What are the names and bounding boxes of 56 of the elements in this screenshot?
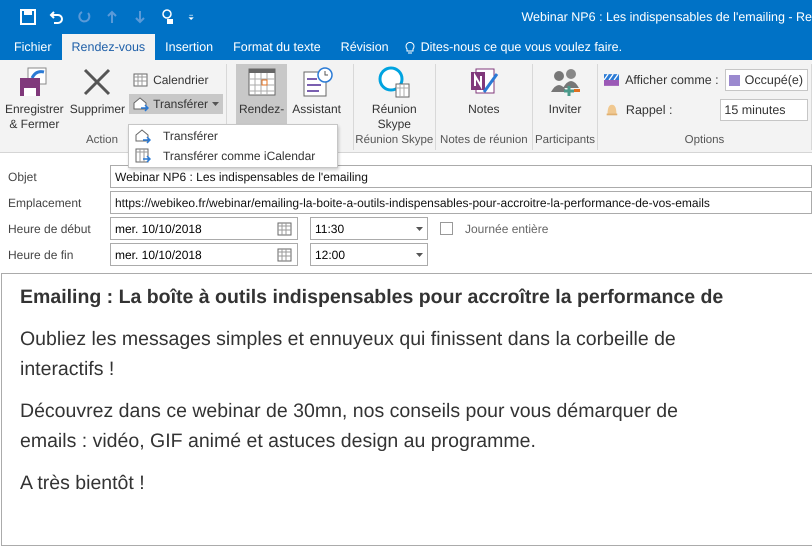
ribbon-button[interactable]: Transférer	[129, 94, 223, 114]
time-dropdown[interactable]: 11:30	[310, 217, 428, 240]
time-dropdown[interactable]: 12:00	[310, 243, 428, 266]
show-as-label: Afficher comme :	[625, 73, 719, 87]
bell-icon	[604, 102, 620, 118]
group-label: Options	[684, 134, 724, 148]
field-label: Heure de début	[8, 222, 92, 236]
field-label: Objet	[8, 170, 38, 184]
ribbon-button[interactable]: Inviter	[542, 64, 588, 134]
reminder-label: Rappel :	[626, 103, 674, 117]
date-field[interactable]: mer. 10/10/2018	[110, 217, 298, 240]
ribbon-tab[interactable]: Rendez-vous	[62, 34, 156, 60]
caret-icon	[416, 226, 423, 230]
body-paragraph: Oubliez les messages simples et ennuyeux qui finissent dans la corbeille de interactifs !	[20, 327, 677, 382]
show-as-dropdown[interactable]: Occupé(e)	[724, 69, 808, 91]
group-label: Réunion Skype	[355, 134, 434, 148]
tell-me-field[interactable]: Dites-nous ce que vous voulez faire.	[404, 34, 622, 60]
group-label: Participants	[534, 134, 596, 148]
ribbon-tab[interactable]: Révision	[330, 34, 399, 60]
ribbon-button[interactable]: Supprimer	[68, 64, 128, 134]
ribbon-tab[interactable]: Format du texte	[223, 34, 331, 60]
calendar-icon	[277, 246, 293, 262]
all-day-checkbox[interactable]	[440, 222, 453, 235]
group-label: Action	[86, 134, 118, 148]
ribbon-tab[interactable]: Insertion	[155, 34, 224, 60]
ribbon-button[interactable]: Notes	[460, 64, 507, 134]
body-paragraph: Découvrez dans ce webinar de 30mn, nos conseils pour vous démarquer de emails : vidéo, GIF animé et astuces design au programme.	[20, 399, 679, 454]
undo-icon[interactable]	[48, 9, 64, 25]
window-title: Webinar NP6 : Les indispensables de l'emailing - Re	[521, 10, 812, 24]
calendar-icon	[133, 72, 150, 88]
lightbulb-icon	[404, 40, 415, 54]
group-label: Notes de réunion	[440, 134, 528, 148]
calendar-arrow-icon	[135, 148, 151, 164]
menu-item[interactable]: Transférer comme iCalendar	[129, 146, 337, 166]
save-icon[interactable]	[20, 9, 36, 25]
ribbon-button[interactable]: Calendrier	[129, 70, 223, 90]
ribbon-button[interactable]: Enregistrer & Fermer	[3, 64, 66, 134]
caret-icon	[212, 102, 219, 106]
message-body[interactable]	[1, 273, 812, 546]
ribbon-tab[interactable]: Fichier	[4, 34, 62, 60]
schedule-clock-icon	[300, 66, 333, 98]
body-paragraph: Emailing : La boîte à outils indispensables pour accroître la performance de	[20, 285, 724, 310]
location-field[interactable]: https://webikeo.fr/webinar/emailing-la-boite-a-outils-indispensables-pour-accroitre-la-performance-de-vos-emails	[110, 191, 812, 214]
ribbon-button[interactable]: Réunion Skype	[368, 64, 420, 134]
pattern-bar-icon	[604, 73, 620, 87]
caret-icon	[416, 252, 423, 256]
date-field[interactable]: mer. 10/10/2018	[110, 243, 298, 266]
field-label: Heure de fin	[8, 248, 74, 262]
skype-calendar-icon	[378, 66, 410, 98]
field-label: Emplacement	[8, 196, 82, 210]
body-paragraph: A très bientôt !	[20, 471, 146, 496]
calendar-grid-icon	[246, 66, 278, 98]
reminder-dropdown[interactable]: 15 minutes	[720, 99, 808, 121]
calendar-icon	[277, 220, 293, 236]
people-add-icon	[549, 66, 582, 98]
all-day-label: Journée entière	[465, 222, 548, 236]
